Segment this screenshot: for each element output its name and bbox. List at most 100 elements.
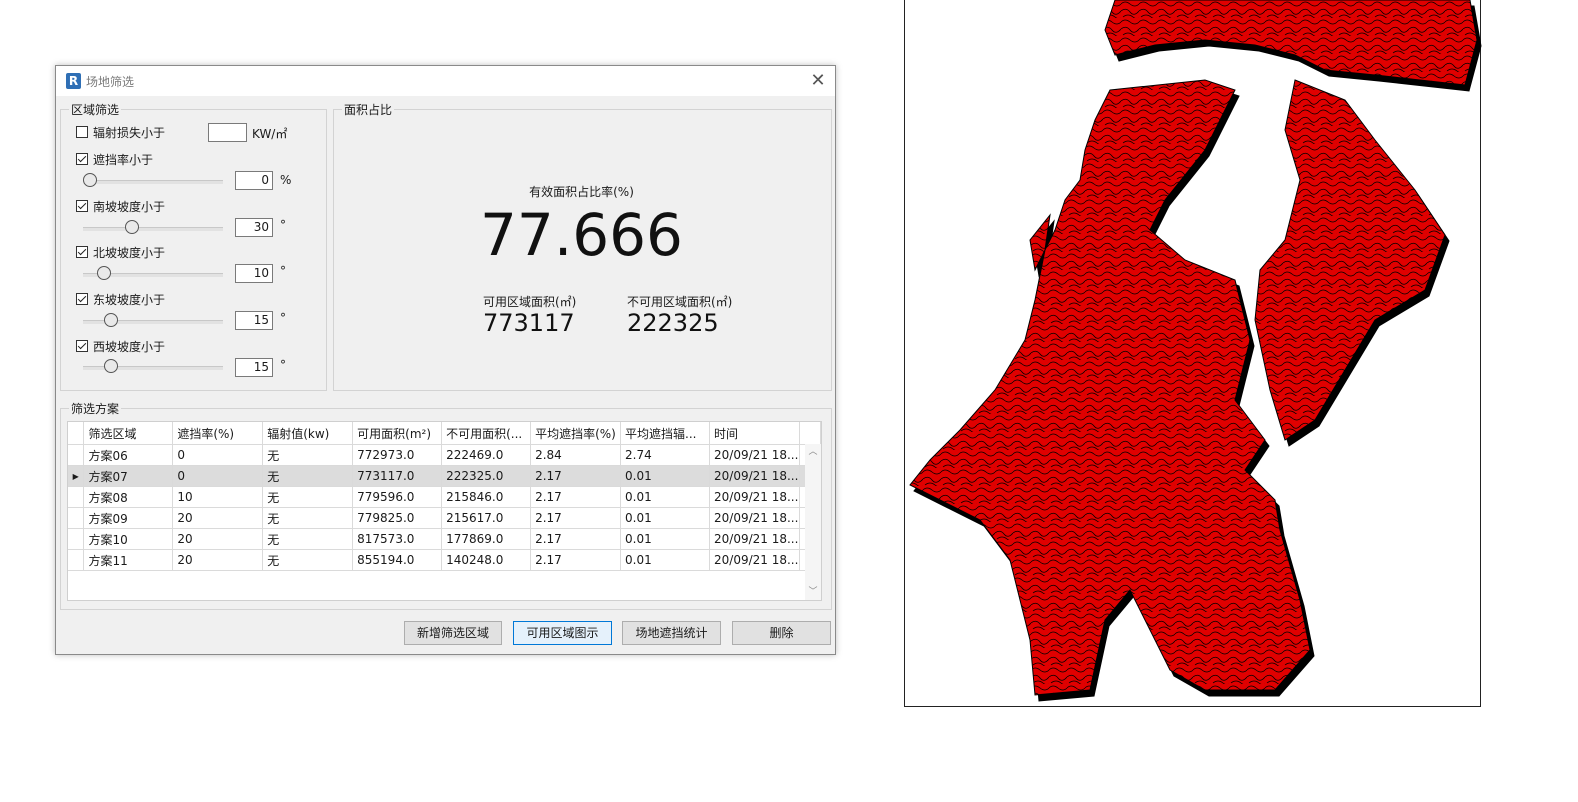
- table-cell[interactable]: 20/09/21 18...: [709, 507, 800, 529]
- table-cell[interactable]: 10: [172, 486, 264, 508]
- table-cell[interactable]: 0.01: [620, 465, 710, 487]
- close-icon[interactable]: ✕: [807, 70, 829, 92]
- table-cell[interactable]: 0.01: [620, 528, 710, 550]
- west-slope-slider[interactable]: [83, 359, 223, 375]
- table-cell[interactable]: 方案06: [83, 444, 174, 466]
- site-shading-stats-button[interactable]: 场地遮挡统计: [622, 621, 721, 645]
- slider-thumb[interactable]: [83, 173, 97, 187]
- table-cell[interactable]: 方案09: [83, 507, 174, 529]
- column-header[interactable]: 筛选区域: [83, 422, 174, 445]
- column-header[interactable]: 不可用面积(...: [441, 422, 532, 445]
- table-cell[interactable]: 2.74: [620, 444, 710, 466]
- slider-thumb[interactable]: [104, 313, 119, 327]
- table-cell[interactable]: 177869.0: [441, 528, 532, 550]
- table-row[interactable]: 方案11 20 无 855194.0 140248.0 2.17 0.01 20/09/21 …: [68, 549, 821, 571]
- table-cell[interactable]: 2.17: [530, 549, 622, 571]
- table-cell[interactable]: 215846.0: [441, 486, 532, 508]
- table-row[interactable]: 方案06 0 无 772973.0 222469.0 2.84 2.74 20/09/21 1…: [68, 444, 821, 466]
- west-slope-checkbox[interactable]: [76, 340, 88, 352]
- radiation-input[interactable]: [208, 123, 247, 142]
- table-cell[interactable]: 2.17: [530, 486, 622, 508]
- table-cell[interactable]: 2.84: [530, 444, 622, 466]
- south-slope-checkbox[interactable]: [76, 200, 88, 212]
- south-slope-slider[interactable]: [83, 220, 223, 236]
- column-header[interactable]: 平均遮挡率(%): [530, 422, 622, 445]
- row-selector[interactable]: [68, 444, 85, 466]
- table-cell[interactable]: 779825.0: [352, 507, 443, 529]
- table-cell[interactable]: 20/09/21 18...: [709, 465, 800, 487]
- table-cell[interactable]: 无: [262, 444, 354, 466]
- table-row[interactable]: 方案08 10 无 779596.0 215846.0 2.17 0.01 20/09/21 …: [68, 486, 821, 508]
- table-cell[interactable]: 222469.0: [441, 444, 532, 466]
- table-cell[interactable]: 20: [172, 507, 264, 529]
- table-cell[interactable]: 20: [172, 528, 264, 550]
- north-slope-checkbox[interactable]: [76, 246, 88, 258]
- east-slope-input[interactable]: 15: [235, 311, 273, 330]
- table-cell[interactable]: 20: [172, 549, 264, 571]
- table-cell[interactable]: 2.17: [530, 465, 622, 487]
- shading-checkbox[interactable]: [76, 153, 88, 165]
- table-cell[interactable]: 无: [262, 507, 354, 529]
- slider-thumb[interactable]: [124, 220, 139, 234]
- north-slope-input[interactable]: 10: [235, 264, 273, 283]
- west-slope-input[interactable]: 15: [235, 358, 273, 377]
- table-cell[interactable]: 方案07: [83, 465, 174, 487]
- title-bar[interactable]: R 场地筛选 ✕: [56, 66, 835, 96]
- table-cell[interactable]: 20/09/21 18...: [709, 528, 800, 550]
- slider-thumb[interactable]: [96, 266, 111, 280]
- column-header[interactable]: 平均遮挡辐...: [620, 422, 710, 445]
- north-slope-slider[interactable]: [83, 266, 223, 282]
- table-cell[interactable]: 2.17: [530, 507, 622, 529]
- table-cell[interactable]: 855194.0: [352, 549, 443, 571]
- table-cell[interactable]: 20/09/21 18...: [709, 549, 800, 571]
- chevron-down-icon[interactable]: ﹀: [805, 584, 821, 600]
- table-cell[interactable]: 方案08: [83, 486, 174, 508]
- table-cell[interactable]: 无: [262, 465, 354, 487]
- table-cell[interactable]: 773117.0: [352, 465, 443, 487]
- table-cell[interactable]: 215617.0: [441, 507, 532, 529]
- row-selector[interactable]: [68, 549, 85, 571]
- table-row[interactable]: ▶ 方案07 0 无 773117.0 222325.0 2.17 0.01 20/09/21 …: [68, 465, 821, 487]
- chevron-up-icon[interactable]: ︿: [805, 444, 821, 460]
- row-selector[interactable]: [68, 528, 85, 550]
- table-cell[interactable]: 0: [172, 444, 264, 466]
- south-slope-input[interactable]: 30: [235, 218, 273, 237]
- table-cell[interactable]: 方案11: [83, 549, 174, 571]
- show-usable-area-button[interactable]: 可用区域图示: [513, 621, 612, 645]
- table-cell[interactable]: 817573.0: [352, 528, 443, 550]
- table-cell[interactable]: 无: [262, 549, 354, 571]
- column-header[interactable]: 可用面积(m²): [352, 422, 443, 445]
- east-slope-checkbox[interactable]: [76, 293, 88, 305]
- shading-slider[interactable]: [83, 173, 223, 189]
- table-cell[interactable]: 0.01: [620, 507, 710, 529]
- table-cell[interactable]: 0: [172, 465, 264, 487]
- table-cell[interactable]: 0.01: [620, 486, 710, 508]
- column-header[interactable]: 遮挡率(%): [172, 422, 264, 445]
- shading-input[interactable]: 0: [235, 171, 273, 190]
- table-row[interactable]: 方案10 20 无 817573.0 177869.0 2.17 0.01 20/09/21 …: [68, 528, 821, 550]
- table-cell[interactable]: 20/09/21 18...: [709, 444, 800, 466]
- table-cell[interactable]: 772973.0: [352, 444, 443, 466]
- row-selector[interactable]: ▶: [68, 465, 85, 487]
- table-cell[interactable]: 无: [262, 528, 354, 550]
- table-cell[interactable]: 无: [262, 486, 354, 508]
- plan-data-grid[interactable]: 筛选区域 遮挡率(%) 辐射值(kw) 可用面积(m²) 不可用面积(... 平…: [67, 421, 822, 601]
- column-header[interactable]: 辐射值(kw): [262, 422, 354, 445]
- row-selector[interactable]: [68, 507, 85, 529]
- table-cell[interactable]: 0.01: [620, 549, 710, 571]
- table-row[interactable]: 方案09 20 无 779825.0 215617.0 2.17 0.01 20/09/21 …: [68, 507, 821, 529]
- east-slope-slider[interactable]: [83, 313, 223, 329]
- table-cell[interactable]: 20/09/21 18...: [709, 486, 800, 508]
- slider-thumb[interactable]: [104, 359, 119, 373]
- table-cell[interactable]: 140248.0: [441, 549, 532, 571]
- table-cell[interactable]: 222325.0: [441, 465, 532, 487]
- table-cell[interactable]: 779596.0: [352, 486, 443, 508]
- row-selector[interactable]: [68, 486, 85, 508]
- column-header[interactable]: 时间: [709, 422, 800, 445]
- delete-button[interactable]: 删除: [732, 621, 831, 645]
- table-cell[interactable]: 方案10: [83, 528, 174, 550]
- radiation-checkbox[interactable]: [76, 126, 88, 138]
- vertical-scrollbar[interactable]: ︿ ﹀: [805, 444, 821, 600]
- table-cell[interactable]: 2.17: [530, 528, 622, 550]
- add-filter-area-button[interactable]: 新增筛选区域: [404, 621, 502, 645]
